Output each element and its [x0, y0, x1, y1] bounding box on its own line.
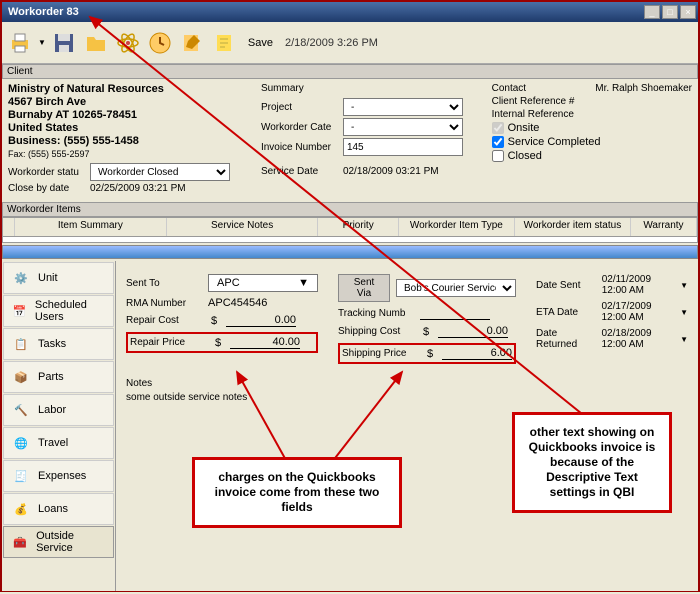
callout-right: other text showing on Quickbooks invoice… [512, 412, 672, 513]
sidebar-item-unit[interactable]: ⚙️Unit [3, 262, 114, 294]
grid-scrollbar[interactable] [2, 245, 698, 259]
edit-icon[interactable] [178, 29, 206, 57]
loan-icon: 💰 [10, 498, 32, 520]
sidebar: ⚙️Unit 📅Scheduled Users 📋Tasks 📦Parts 🔨L… [2, 261, 116, 591]
maximize-button[interactable]: □ [662, 5, 678, 19]
eta-picker[interactable]: ▼ [680, 308, 688, 317]
box-icon: 📦 [10, 366, 32, 388]
repair-price-input[interactable] [230, 336, 300, 349]
close-button[interactable]: × [680, 5, 696, 19]
items-header: Workorder Items [2, 202, 698, 217]
print-icon[interactable] [6, 29, 34, 57]
category-select[interactable]: - [343, 118, 463, 136]
summary-header: Summary [261, 83, 484, 94]
closeby-label: Close by date [8, 183, 86, 194]
sentvia-button[interactable]: Sent Via [338, 274, 390, 302]
sidebar-item-travel[interactable]: 🌐Travel [3, 427, 114, 459]
status-label: Workorder statu [8, 167, 86, 178]
callout-left: charges on the Quickbooks invoice come f… [192, 457, 402, 528]
onsite-check [492, 122, 504, 134]
repair-cost-input[interactable] [226, 314, 296, 327]
save-icon[interactable] [50, 29, 78, 57]
service-date: 02/18/2009 03:21 PM [343, 166, 439, 177]
eta-date: 02/17/2009 12:00 AM [601, 301, 672, 323]
closed-check[interactable] [492, 150, 504, 162]
sidebar-item-tasks[interactable]: 📋Tasks [3, 328, 114, 360]
sidebar-item-loans[interactable]: 💰Loans [3, 493, 114, 525]
shipping-price-input[interactable] [442, 347, 512, 360]
date-returned: 02/18/2009 12:00 AM [601, 328, 672, 350]
checklist-icon: 📋 [10, 333, 32, 355]
toolbox-icon: 🧰 [10, 531, 30, 553]
client-header: Client [2, 64, 698, 79]
items-grid[interactable]: Item Summary Service Notes Priority Work… [2, 217, 698, 237]
contact-name: Mr. Ralph Shoemaker [595, 83, 692, 94]
toolbar: ▼ Save 2/18/2009 3:26 PM [2, 22, 698, 64]
project-select[interactable]: - [343, 98, 463, 116]
titlebar: Workorder 83 _ □ × [2, 2, 698, 22]
gear-icon: ⚙️ [10, 267, 32, 289]
sidebar-item-labor[interactable]: 🔨Labor [3, 394, 114, 426]
minimize-button[interactable]: _ [644, 5, 660, 19]
save-button[interactable]: Save [248, 37, 273, 49]
datesent-picker[interactable]: ▼ [680, 281, 688, 290]
window-title: Workorder 83 [4, 6, 79, 18]
receipt-icon: 🧾 [10, 465, 32, 487]
sidebar-item-outside[interactable]: 🧰Outside Service [3, 526, 114, 558]
tracking-input[interactable] [420, 307, 490, 320]
sentto-select[interactable]: APC ▼ [208, 274, 318, 292]
note-icon[interactable] [210, 29, 238, 57]
closeby-value: 02/25/2009 03:21 PM [90, 183, 186, 194]
save-timestamp: 2/18/2009 3:26 PM [285, 37, 378, 49]
completed-check[interactable] [492, 136, 504, 148]
folder-icon[interactable] [82, 29, 110, 57]
status-select[interactable]: Workorder Closed [90, 163, 230, 181]
sidebar-item-users[interactable]: 📅Scheduled Users [3, 295, 114, 327]
notes-text: some outside service notes [126, 392, 688, 403]
rma-value: APC454546 [208, 297, 267, 309]
clock-icon[interactable] [146, 29, 174, 57]
atom-icon[interactable] [114, 29, 142, 57]
returned-picker[interactable]: ▼ [680, 335, 688, 344]
calendar-icon: 📅 [10, 300, 29, 322]
sidebar-item-expenses[interactable]: 🧾Expenses [3, 460, 114, 492]
hammer-icon: 🔨 [10, 399, 32, 421]
invoice-input[interactable] [343, 138, 463, 156]
shipping-cost-input[interactable] [438, 325, 508, 338]
client-address: Ministry of Natural Resources 4567 Birch… [8, 83, 253, 161]
date-sent: 02/11/2009 12:00 AM [602, 274, 672, 296]
globe-icon: 🌐 [10, 432, 32, 454]
sentvia-select[interactable]: Bob's Courier Service [396, 279, 516, 297]
sidebar-item-parts[interactable]: 📦Parts [3, 361, 114, 393]
